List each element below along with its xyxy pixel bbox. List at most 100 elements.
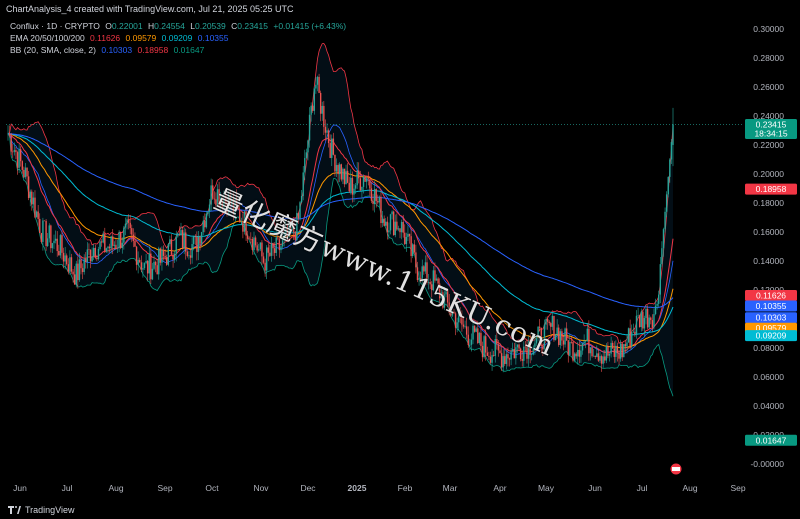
candle-body: [635, 315, 638, 335]
candle-body: [191, 244, 193, 258]
tradingview-brand[interactable]: TradingView: [8, 505, 75, 515]
candle-body: [88, 249, 90, 250]
candle-body: [288, 222, 290, 237]
candle-body: [283, 234, 285, 239]
candle-body: [516, 344, 519, 348]
candle-body: [578, 349, 581, 357]
candle-body: [613, 348, 615, 357]
candle-body: [158, 248, 160, 275]
candle-body: [15, 150, 17, 153]
candle-body: [385, 221, 387, 226]
candle-body: [453, 311, 455, 314]
candle-body: [532, 347, 535, 355]
candle-body: [162, 250, 165, 256]
candle-body: [608, 353, 611, 356]
candle-body: [640, 311, 642, 328]
candle-body: [246, 235, 249, 239]
candle-body: [213, 198, 216, 200]
ohlc-low: L0.20539: [190, 21, 226, 31]
candle-body: [542, 346, 544, 350]
candle-body: [580, 350, 582, 357]
candle-body: [416, 267, 419, 281]
price-label: 0.18000: [753, 198, 784, 208]
candle-body: [361, 186, 363, 191]
candle-body: [264, 262, 266, 271]
candle-body: [554, 334, 557, 341]
candle-body: [135, 246, 138, 265]
candle-body: [451, 311, 454, 316]
candle-body: [362, 176, 365, 187]
candle-body: [256, 245, 258, 251]
symbol-legend[interactable]: Conflux · 1D · CRYPTO O0.22001 H0.24554 …: [10, 21, 349, 31]
candle-body: [318, 76, 320, 93]
candle-body: [586, 328, 588, 341]
candle-body: [142, 268, 144, 270]
candle-body: [440, 292, 442, 299]
candle-body: [380, 196, 382, 224]
candle-body: [161, 250, 163, 263]
candle-body: [80, 259, 82, 269]
candle-body: [415, 252, 417, 268]
candle-body: [227, 194, 230, 215]
candle-body: [378, 196, 381, 203]
candle-body: [177, 234, 179, 237]
candle-body: [7, 133, 9, 135]
candle-body: [269, 252, 271, 256]
candle-body: [40, 233, 43, 242]
bb-lower-value: 0.01647: [173, 45, 205, 55]
candle-body: [486, 352, 489, 356]
candle-body: [51, 243, 54, 249]
candle-body: [408, 233, 411, 237]
candle-body: [631, 332, 633, 347]
candle-body: [219, 198, 222, 206]
candle-body: [523, 346, 525, 361]
candle-body: [61, 235, 63, 253]
candle-body: [381, 218, 384, 224]
candle-body: [396, 221, 398, 230]
candle-body: [496, 338, 498, 345]
candle-body: [545, 319, 547, 325]
candle-body: [289, 222, 292, 231]
time-label: 2025: [348, 483, 367, 493]
candle-body: [664, 211, 666, 230]
candle-body: [307, 140, 309, 153]
candle-body: [577, 349, 579, 357]
candle-body: [480, 332, 482, 346]
candle-body: [66, 255, 68, 265]
candle-body: [89, 249, 92, 262]
time-label: Aug: [682, 483, 697, 493]
price-label: 0.28000: [753, 53, 784, 63]
candle-body: [569, 341, 571, 355]
candle-body: [585, 340, 587, 342]
candle-body: [29, 191, 31, 198]
candle-body: [104, 233, 106, 252]
price-label: 0.16000: [753, 227, 784, 237]
candle-body: [359, 178, 362, 191]
candle-body: [373, 189, 376, 205]
candle-body: [312, 105, 314, 111]
candle-body: [207, 211, 209, 214]
candle-body: [419, 277, 422, 282]
candle-body: [407, 233, 409, 238]
candle-body: [126, 219, 128, 224]
candle-body: [404, 232, 406, 245]
bb-legend[interactable]: BB (20, SMA, close, 2) 0.10303 0.18958 0…: [10, 45, 207, 55]
price-chart[interactable]: 0.300000.280000.260000.240000.220000.200…: [0, 0, 800, 519]
candle-body: [32, 197, 35, 205]
candle-body: [239, 209, 241, 223]
candle-body: [508, 358, 511, 360]
candle-body: [156, 265, 158, 275]
candle-body: [602, 356, 604, 364]
candle-body: [442, 292, 444, 308]
candle-body: [375, 189, 377, 202]
time-label: Oct: [205, 483, 219, 493]
ema-legend[interactable]: EMA 20/50/100/200 0.11626 0.09579 0.0920…: [10, 33, 231, 43]
candle-body: [446, 289, 449, 303]
candle-body: [170, 239, 173, 255]
candle-body: [459, 312, 462, 317]
candle-body: [218, 189, 220, 206]
candle-body: [280, 246, 282, 251]
candle-body: [410, 236, 412, 257]
price-label: -0.00000: [750, 459, 784, 469]
candle-body: [323, 105, 325, 127]
